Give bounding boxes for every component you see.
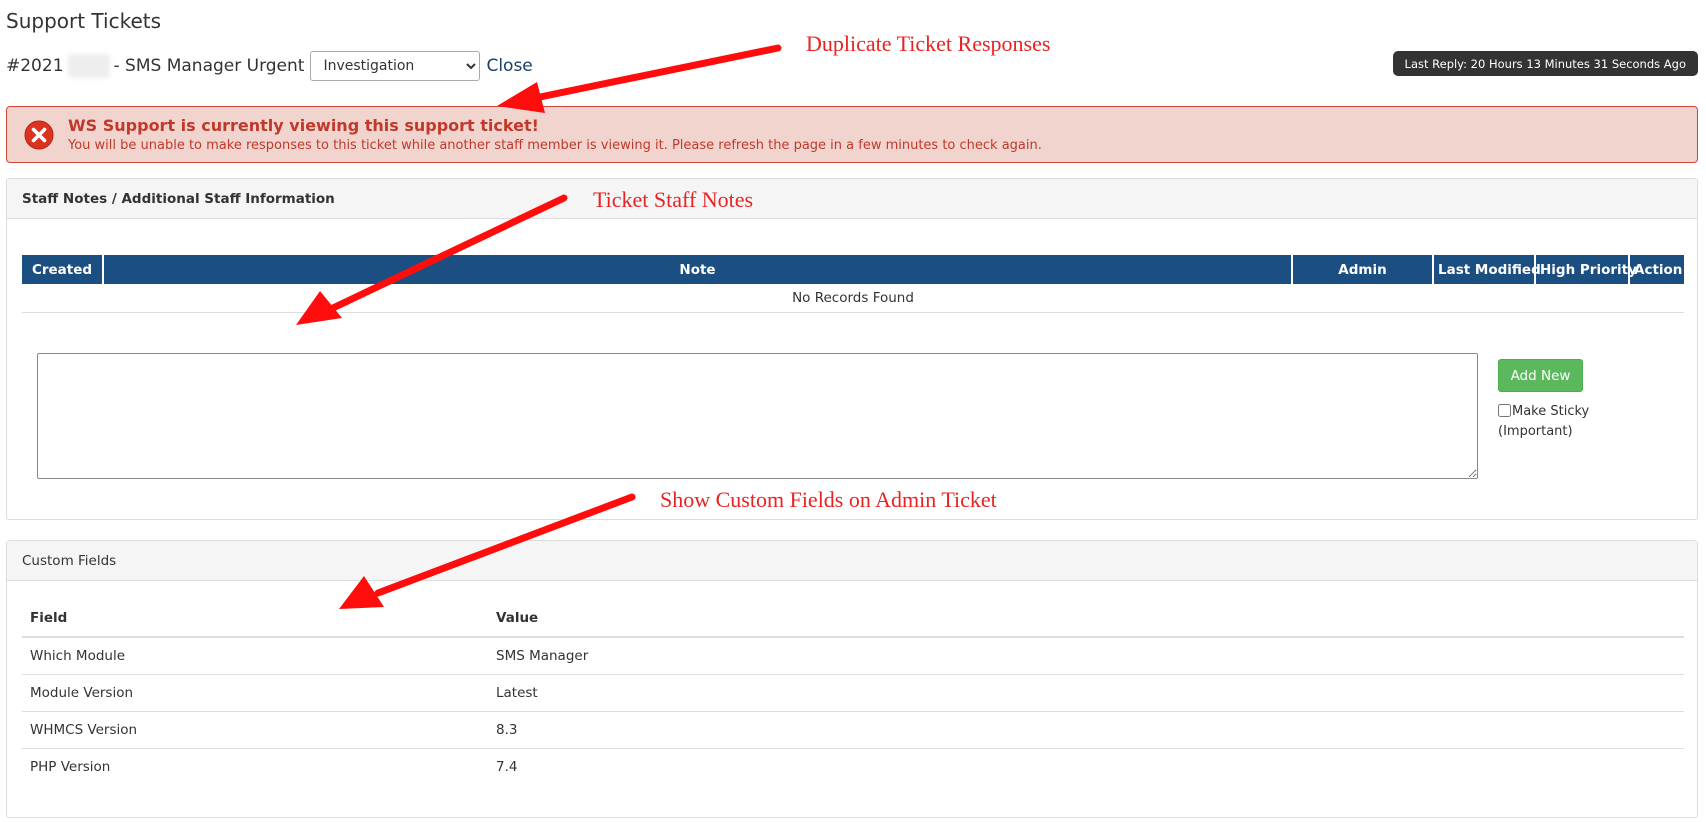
make-sticky-checkbox[interactable] (1498, 404, 1511, 417)
viewing-alert: WS Support is currently viewing this sup… (6, 106, 1698, 163)
ticket-subject: - SMS Manager Urgent (113, 56, 305, 76)
table-row: Module Version Latest (22, 673, 1684, 711)
table-row: PHP Version 7.4 (22, 747, 1684, 785)
field-name: Which Module (22, 636, 496, 674)
staff-notes-panel: Staff Notes / Additional Staff Informati… (6, 178, 1698, 520)
staff-notes-table: Created Note Admin Last Modified High Pr… (22, 255, 1684, 313)
ticket-status-select[interactable]: Investigation (310, 51, 481, 81)
col-note[interactable]: Note (103, 255, 1293, 284)
field-value: 7.4 (496, 747, 1684, 785)
annotation-duplicate-responses: Duplicate Ticket Responses (806, 31, 1051, 56)
col-field: Field (22, 600, 496, 638)
table-row: Which Module SMS Manager (22, 636, 1684, 674)
redacted-ticket-number (67, 54, 110, 78)
field-value: 8.3 (496, 710, 1684, 748)
alert-title: WS Support is currently viewing this sup… (68, 116, 539, 135)
col-action: Action (1629, 255, 1684, 284)
table-row: No Records Found (22, 284, 1684, 313)
custom-fields-table: Field Value Which Module SMS Manager Mod… (22, 600, 1684, 785)
field-name: PHP Version (22, 747, 496, 785)
alert-message: You will be unable to make responses to … (68, 138, 1042, 153)
field-name: Module Version (22, 673, 496, 711)
col-last-modified[interactable]: Last Modified (1433, 255, 1541, 284)
close-ticket-link[interactable]: Close (486, 56, 532, 76)
add-note-button[interactable]: Add New (1498, 359, 1583, 392)
make-sticky-label[interactable]: Make Sticky (Important) (1498, 402, 1608, 442)
col-admin[interactable]: Admin (1292, 255, 1434, 284)
col-value: Value (496, 600, 1684, 638)
staff-notes-header-row: Created Note Admin Last Modified High Pr… (22, 255, 1684, 284)
last-reply-badge: Last Reply: 20 Hours 13 Minutes 31 Secon… (1392, 51, 1698, 76)
page-title: Support Tickets (6, 9, 162, 33)
annotation-custom-fields: Show Custom Fields on Admin Ticket (660, 487, 997, 512)
field-name: WHMCS Version (22, 710, 496, 748)
note-textarea[interactable] (37, 353, 1478, 479)
staff-notes-heading: Staff Notes / Additional Staff Informati… (7, 179, 1697, 219)
empty-message: No Records Found (22, 284, 1684, 313)
ticket-id-text: #2021 (6, 56, 64, 76)
arrow-duplicate-responses (536, 44, 782, 101)
col-created[interactable]: Created (22, 255, 104, 284)
table-row: WHMCS Version 8.3 (22, 710, 1684, 748)
col-high-priority[interactable]: High Priority (1535, 255, 1637, 284)
field-value: SMS Manager (496, 636, 1684, 674)
custom-fields-heading: Custom Fields (7, 541, 1697, 581)
custom-fields-header-row: Field Value (22, 600, 1684, 638)
field-value: Latest (496, 673, 1684, 711)
annotation-staff-notes: Ticket Staff Notes (593, 187, 754, 212)
ticket-header: #2021 - SMS Manager Urgent Investigation… (6, 50, 533, 82)
ticket-id: #2021 (6, 54, 114, 78)
error-x-icon (24, 120, 54, 150)
make-sticky-text: Make Sticky (Important) (1498, 404, 1590, 439)
custom-fields-panel: Custom Fields Field Value Which Module S… (6, 540, 1698, 818)
